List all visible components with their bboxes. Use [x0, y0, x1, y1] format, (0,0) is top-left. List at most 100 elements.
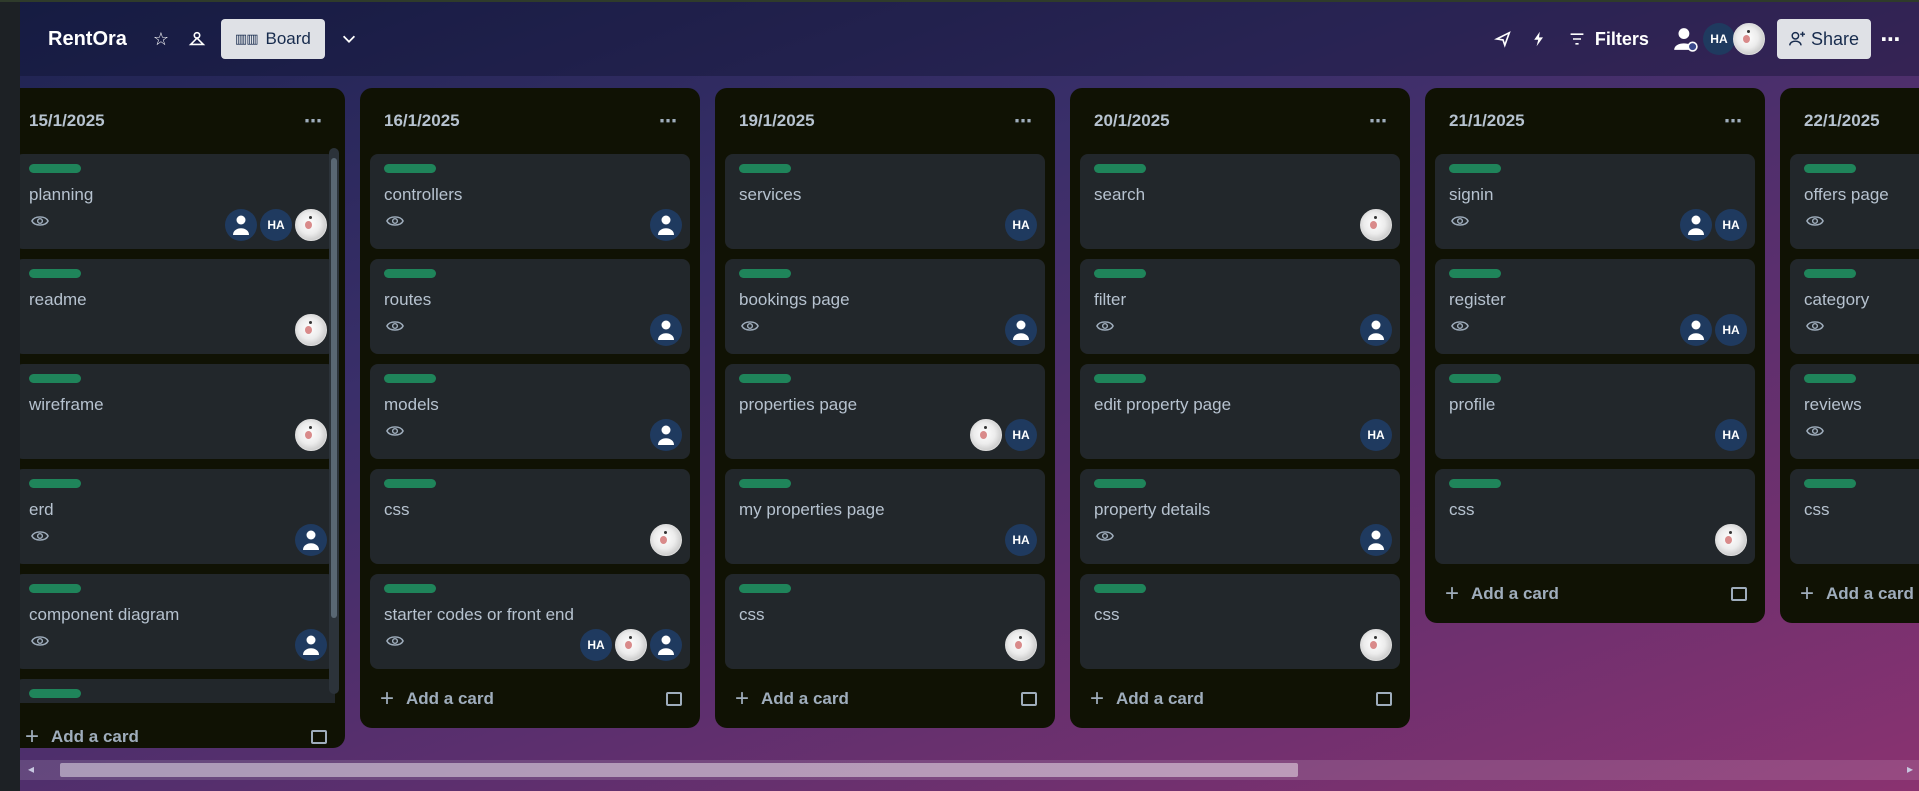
card-label-green[interactable]: [384, 374, 436, 383]
automation-icon[interactable]: [1521, 21, 1557, 57]
card-label-green[interactable]: [29, 164, 81, 173]
card[interactable]: my properties page HA: [725, 469, 1045, 564]
card[interactable]: reviews: [1790, 364, 1919, 459]
card-label-green[interactable]: [29, 584, 81, 593]
member-avatar-user[interactable]: [650, 209, 682, 241]
card[interactable]: css: [725, 574, 1045, 669]
card-label-green[interactable]: [1449, 164, 1501, 173]
member-avatar-user[interactable]: [650, 314, 682, 346]
member-avatar-ha[interactable]: HA: [1360, 419, 1392, 451]
card[interactable]: bookings page: [725, 259, 1045, 354]
card-label-green[interactable]: [29, 269, 81, 278]
list-menu-icon[interactable]: ⋯: [1724, 111, 1743, 132]
member-avatar-ha[interactable]: HA: [1702, 23, 1735, 55]
card-label-green[interactable]: [1449, 269, 1501, 278]
card-label-green[interactable]: [739, 164, 791, 173]
member-avatar-ha[interactable]: HA: [1005, 209, 1037, 241]
member-avatar-image[interactable]: [1005, 629, 1037, 661]
card-label-green[interactable]: [1804, 374, 1856, 383]
member-avatar-ha[interactable]: HA: [260, 209, 292, 241]
member-avatar-image[interactable]: [295, 209, 327, 241]
horizontal-scrollbar[interactable]: ◂ ▸: [20, 760, 1919, 780]
card-label-green[interactable]: [739, 479, 791, 488]
card[interactable]: signin HA: [1435, 154, 1755, 249]
card[interactable]: css: [370, 469, 690, 564]
card[interactable]: wireframe: [20, 364, 335, 459]
member-avatar-image[interactable]: [970, 419, 1002, 451]
card-partial[interactable]: [20, 679, 335, 703]
member-avatar-user[interactable]: [225, 209, 257, 241]
add-card-button[interactable]: + Add a card: [360, 669, 700, 729]
member-avatar-image[interactable]: [1360, 629, 1392, 661]
list-title[interactable]: 16/1/2025: [384, 111, 460, 131]
card-label-green[interactable]: [1094, 584, 1146, 593]
member-avatar-user[interactable]: [650, 629, 682, 661]
list-title[interactable]: 21/1/2025: [1449, 111, 1525, 131]
card[interactable]: properties page HA: [725, 364, 1045, 459]
member-avatar-image[interactable]: [615, 629, 647, 661]
member-avatar-image[interactable]: [1715, 524, 1747, 556]
share-button[interactable]: Share: [1776, 19, 1871, 59]
board-title[interactable]: RentOra: [48, 28, 127, 51]
filters-button[interactable]: Filters: [1557, 19, 1661, 59]
member-avatar-user[interactable]: [295, 629, 327, 661]
card[interactable]: property details: [1080, 469, 1400, 564]
card-label-green[interactable]: [739, 584, 791, 593]
card[interactable]: erd: [20, 469, 335, 564]
create-from-template-icon[interactable]: [1731, 587, 1747, 601]
card[interactable]: css: [1435, 469, 1755, 564]
add-card-button[interactable]: + Add a card: [1780, 564, 1919, 624]
create-from-template-icon[interactable]: [311, 730, 327, 744]
list-menu-icon[interactable]: ⋯: [1369, 111, 1388, 132]
card-label-green[interactable]: [739, 374, 791, 383]
member-avatar-image[interactable]: [650, 524, 682, 556]
add-card-button[interactable]: + Add a card: [1070, 669, 1410, 729]
add-card-button[interactable]: + Add a card: [1425, 564, 1765, 624]
member-avatar-user[interactable]: [295, 524, 327, 556]
card-label-green[interactable]: [1804, 164, 1856, 173]
user-avatar-icon[interactable]: [1669, 23, 1701, 55]
create-from-template-icon[interactable]: [666, 692, 682, 706]
member-avatar-user[interactable]: [1680, 209, 1712, 241]
create-from-template-icon[interactable]: [1376, 692, 1392, 706]
card-label-green[interactable]: [29, 374, 81, 383]
card-label-green[interactable]: [1449, 374, 1501, 383]
card-label-green[interactable]: [739, 269, 791, 278]
card[interactable]: services HA: [725, 154, 1045, 249]
card-label-green[interactable]: [1094, 269, 1146, 278]
card-label-green[interactable]: [1449, 479, 1501, 488]
card-label-green[interactable]: [384, 479, 436, 488]
list-title[interactable]: 22/1/2025: [1804, 111, 1880, 131]
card[interactable]: component diagram: [20, 574, 335, 669]
card[interactable]: profile HA: [1435, 364, 1755, 459]
card-label-green[interactable]: [29, 689, 81, 698]
list-title[interactable]: 19/1/2025: [739, 111, 815, 131]
member-avatar-user[interactable]: [1360, 524, 1392, 556]
member-avatar-image[interactable]: [295, 314, 327, 346]
power-ups-icon[interactable]: [1485, 21, 1521, 57]
add-card-button[interactable]: + Add a card: [20, 707, 345, 748]
card[interactable]: search: [1080, 154, 1400, 249]
create-from-template-icon[interactable]: [1021, 692, 1037, 706]
list-menu-icon[interactable]: ⋯: [1014, 111, 1033, 132]
more-options-icon[interactable]: ⋯: [1871, 27, 1911, 52]
scroll-right-icon[interactable]: ▸: [1907, 762, 1913, 776]
card[interactable]: category: [1790, 259, 1919, 354]
list-scrollbar[interactable]: [329, 148, 339, 694]
member-avatar-ha[interactable]: HA: [580, 629, 612, 661]
card[interactable]: edit property page HA: [1080, 364, 1400, 459]
member-avatar-ha[interactable]: HA: [1715, 419, 1747, 451]
card-label-green[interactable]: [1094, 479, 1146, 488]
member-avatar-ha[interactable]: HA: [1005, 419, 1037, 451]
list-menu-icon[interactable]: ⋯: [659, 111, 678, 132]
card[interactable]: register HA: [1435, 259, 1755, 354]
card-label-green[interactable]: [384, 584, 436, 593]
card[interactable]: models: [370, 364, 690, 459]
member-avatar-user[interactable]: [1005, 314, 1037, 346]
card[interactable]: starter codes or front end HA: [370, 574, 690, 669]
member-avatar-ha[interactable]: HA: [1715, 314, 1747, 346]
card-label-green[interactable]: [29, 479, 81, 488]
card[interactable]: readme: [20, 259, 335, 354]
card[interactable]: css: [1080, 574, 1400, 669]
card-label-green[interactable]: [384, 164, 436, 173]
